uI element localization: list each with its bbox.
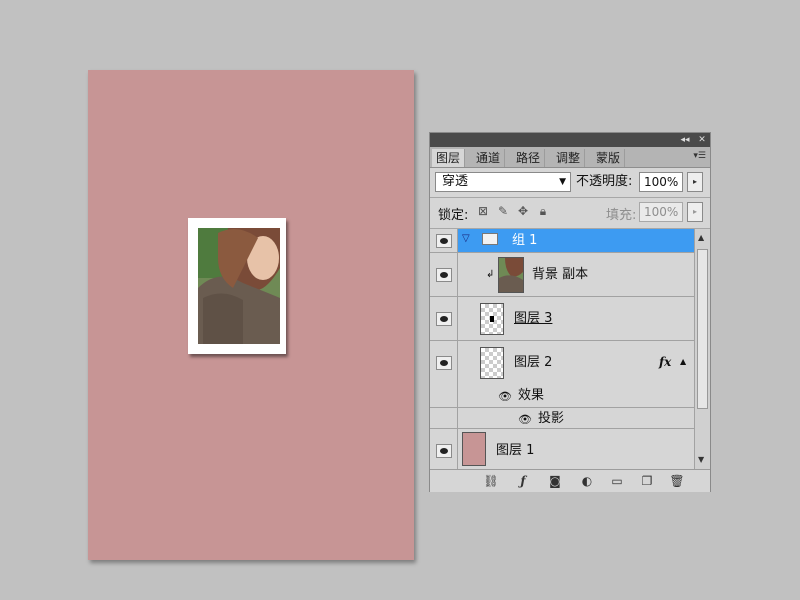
tab-adjustments[interactable]: 调整 xyxy=(552,149,586,167)
blend-mode-value: 穿透 xyxy=(442,174,469,189)
lock-brush-icon[interactable]: ✎ xyxy=(496,204,510,218)
eye-icon[interactable] xyxy=(436,312,452,326)
scroll-thumb[interactable] xyxy=(697,249,708,409)
link-layers-icon[interactable]: ⛓ xyxy=(482,473,500,489)
layer-name: 组 1 xyxy=(512,233,538,248)
layer-thumbnail xyxy=(480,303,504,335)
panel-tabs: 图层 通道 路径 调整 蒙版 ▾☰ xyxy=(430,147,710,168)
eye-icon[interactable] xyxy=(436,268,452,282)
layer-row-layer-2[interactable]: 图层 2 fx ▲ xyxy=(430,341,694,385)
eye-cell xyxy=(430,385,458,407)
eye-icon[interactable] xyxy=(436,444,452,458)
folder-icon xyxy=(482,233,498,245)
new-layer-icon[interactable]: ❐ xyxy=(638,473,656,489)
tab-channels[interactable]: 通道 xyxy=(472,149,506,167)
fill-slider-button[interactable]: ▸ xyxy=(687,202,703,222)
panel-title-bar: ◂◂ ✕ xyxy=(430,133,710,147)
opacity-label: 不透明度: xyxy=(576,174,633,189)
tab-masks[interactable]: 蒙版 xyxy=(592,149,626,167)
drop-shadow-row[interactable]: 👁︎ 投影 xyxy=(430,407,694,429)
eye-cell xyxy=(430,429,458,469)
close-icon[interactable]: ✕ xyxy=(695,134,709,146)
portrait-photo xyxy=(198,228,280,344)
layers-scrollbar[interactable]: ▲ ▼ xyxy=(694,229,710,469)
delete-layer-icon[interactable]: 🗑︎ xyxy=(668,473,686,489)
collapse-icon[interactable]: ◂◂ xyxy=(678,134,692,146)
eye-icon[interactable] xyxy=(436,234,452,248)
eye-cell xyxy=(430,297,458,340)
scroll-down-icon[interactable]: ▼ xyxy=(698,455,704,464)
add-mask-icon[interactable]: ◙ xyxy=(546,473,564,489)
tab-layers[interactable]: 图层 xyxy=(432,149,466,167)
eye-cell xyxy=(430,408,458,428)
lock-transparent-icon[interactable]: ⊠ xyxy=(476,204,490,218)
new-group-icon[interactable]: ▭ xyxy=(608,473,626,489)
effect-eye-icon[interactable]: 👁︎ xyxy=(498,390,512,403)
layers-list: ▽ 组 1 ↲ 背景 副本 图层 3 图层 2 fx ▲ 👁︎ 效果 👁︎ 投影… xyxy=(430,229,694,469)
fx-icon[interactable]: fx xyxy=(659,355,671,369)
effect-eye-icon[interactable]: 👁︎ xyxy=(518,413,532,426)
effects-label: 效果 xyxy=(518,388,545,403)
clipping-arrow-icon: ↲ xyxy=(486,269,495,280)
layer-thumbnail xyxy=(462,432,486,466)
divider xyxy=(430,197,710,198)
drop-shadow-label: 投影 xyxy=(538,411,565,426)
layer-row-layer-3[interactable]: 图层 3 xyxy=(430,297,694,341)
layer-name: 背景 副本 xyxy=(532,267,589,282)
tab-paths[interactable]: 路径 xyxy=(512,149,546,167)
opacity-slider-button[interactable]: ▸ xyxy=(687,172,703,192)
chevron-down-icon: ▼ xyxy=(559,177,566,187)
eye-cell xyxy=(430,341,458,385)
document-canvas[interactable] xyxy=(88,70,414,560)
scroll-up-icon[interactable]: ▲ xyxy=(698,233,704,242)
add-style-icon[interactable]: ƒ xyxy=(514,473,532,489)
fill-input[interactable]: 100% xyxy=(639,202,683,222)
eye-cell xyxy=(430,229,458,252)
thumbnail-image xyxy=(499,258,523,292)
panel-bottom-bar: ⛓ ƒ ◙ ◐ ▭ ❐ 🗑︎ xyxy=(430,469,710,492)
layer-row-background-copy[interactable]: ↲ 背景 副本 xyxy=(430,253,694,297)
lock-label: 锁定: xyxy=(438,208,469,223)
eye-icon[interactable] xyxy=(436,356,452,370)
lock-all-icon[interactable]: 🔒︎ xyxy=(536,204,550,218)
layer-row-layer-1[interactable]: 图层 1 xyxy=(430,429,694,469)
expand-triangle-icon[interactable]: ▽ xyxy=(462,233,470,244)
thumbnail-mark xyxy=(490,316,494,322)
fill-label: 填充: xyxy=(606,208,637,223)
photo-frame xyxy=(188,218,286,354)
layer-name: 图层 3 xyxy=(514,311,553,326)
adjustment-layer-icon[interactable]: ◐ xyxy=(578,473,596,489)
effects-row[interactable]: 👁︎ 效果 xyxy=(430,385,694,407)
layer-name: 图层 1 xyxy=(496,443,535,458)
blend-mode-select[interactable]: 穿透 ▼ xyxy=(435,172,571,192)
lock-move-icon[interactable]: ✥ xyxy=(516,204,530,218)
panel-menu-icon[interactable]: ▾☰ xyxy=(693,151,706,161)
layers-panel: ◂◂ ✕ 图层 通道 路径 调整 蒙版 ▾☰ 穿透 ▼ 不透明度: 100% ▸… xyxy=(429,132,711,492)
eye-cell xyxy=(430,253,458,296)
layer-row-group-1[interactable]: ▽ 组 1 xyxy=(430,229,694,253)
portrait-image xyxy=(198,228,280,344)
opacity-input[interactable]: 100% xyxy=(639,172,683,192)
layer-thumbnail xyxy=(480,347,504,379)
layer-thumbnail xyxy=(498,257,524,293)
layer-name: 图层 2 xyxy=(514,355,553,370)
expand-effects-icon[interactable]: ▲ xyxy=(680,357,686,366)
